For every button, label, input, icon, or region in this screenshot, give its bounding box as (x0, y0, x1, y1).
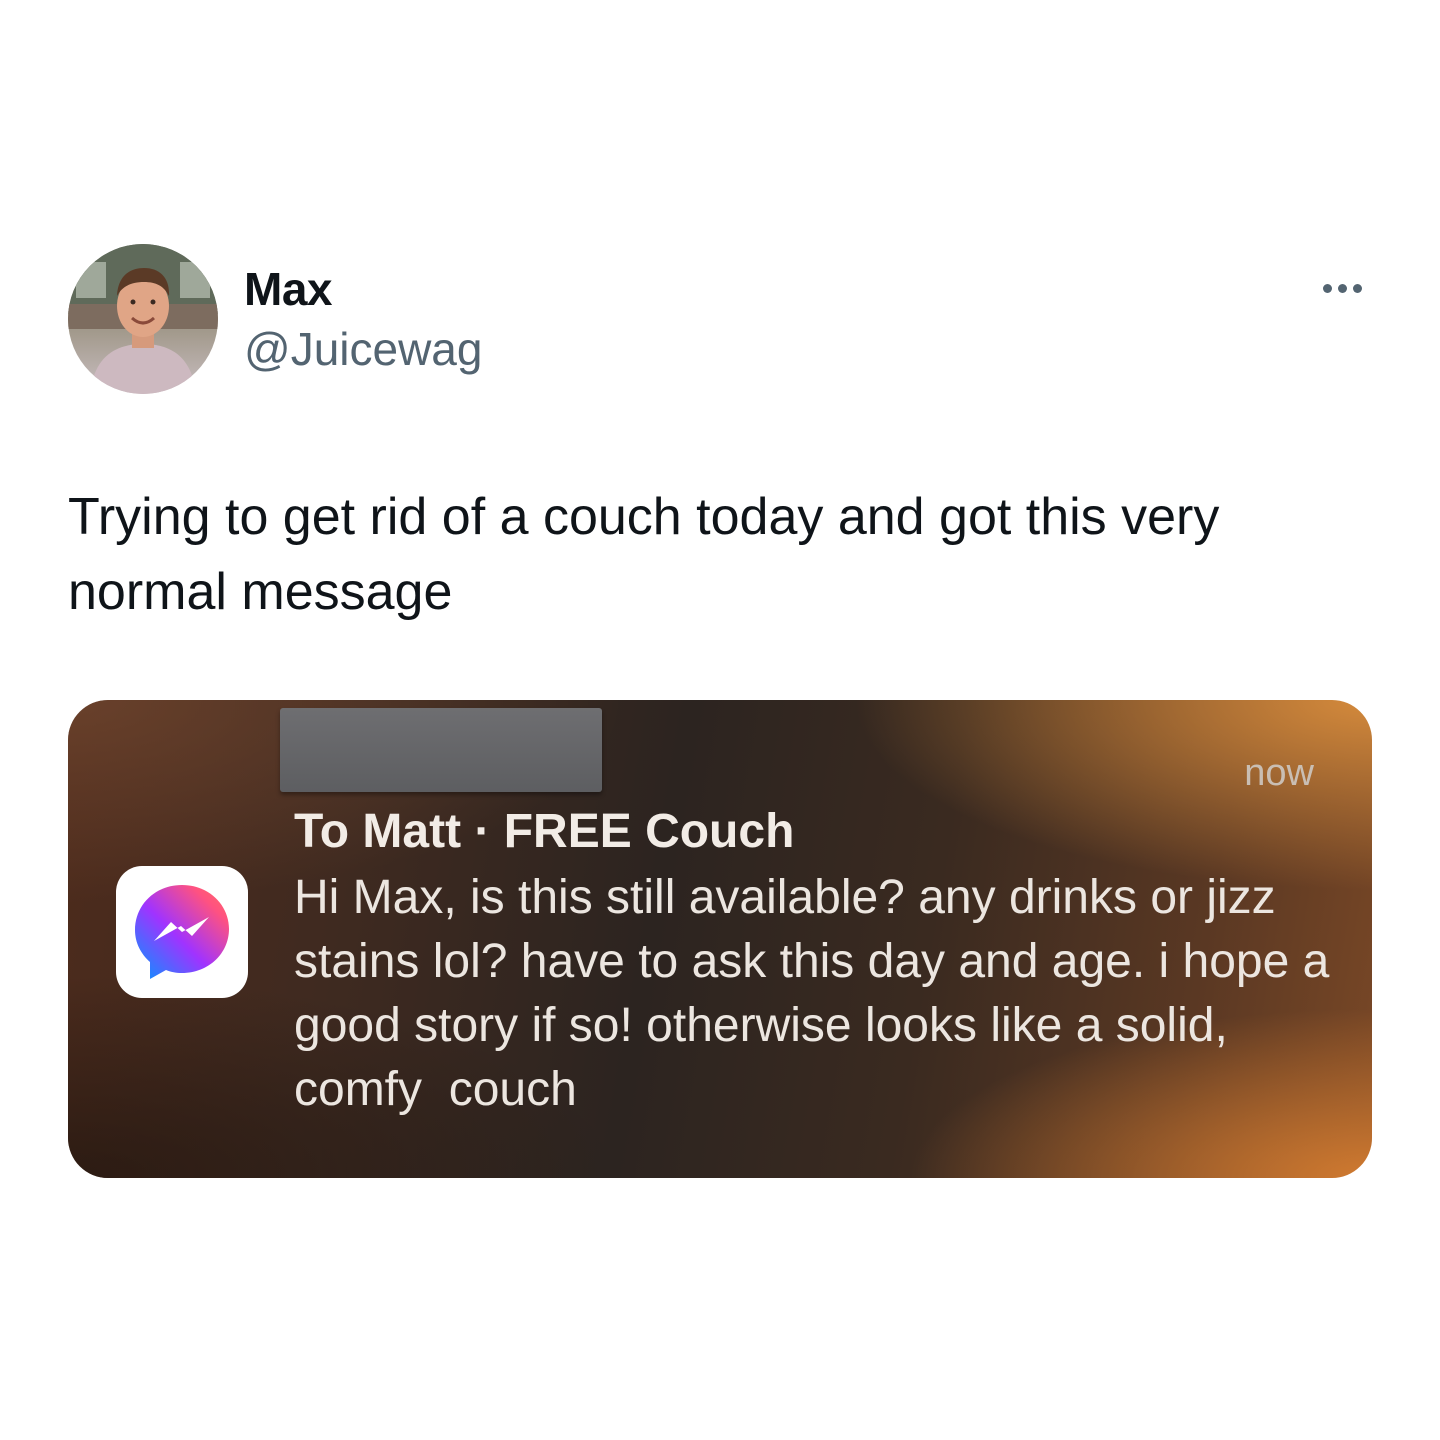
notification-title: To Matt · FREE Couch (294, 805, 795, 858)
more-horizontal-icon-dot (1352, 283, 1362, 293)
more-horizontal-icon (1322, 283, 1332, 293)
tweet-text: Trying to get rid of a couch today and g… (68, 488, 1220, 621)
redacted-block (280, 708, 602, 792)
author-display-name[interactable]: Max (244, 262, 332, 316)
more-options-button[interactable] (1314, 272, 1370, 304)
profile-photo-icon (68, 244, 218, 394)
more-horizontal-icon-dot (1337, 283, 1347, 293)
tweet-media-image[interactable]: now To Matt · FREE Couch Hi Max, is this… (68, 700, 1372, 1178)
notification-time: now (1244, 752, 1314, 794)
author-handle[interactable]: @Juicewag (244, 322, 482, 376)
avatar[interactable] (68, 244, 218, 394)
messenger-icon (116, 866, 248, 998)
notification-body: Hi Max, is this still available? any dri… (294, 871, 1343, 1116)
